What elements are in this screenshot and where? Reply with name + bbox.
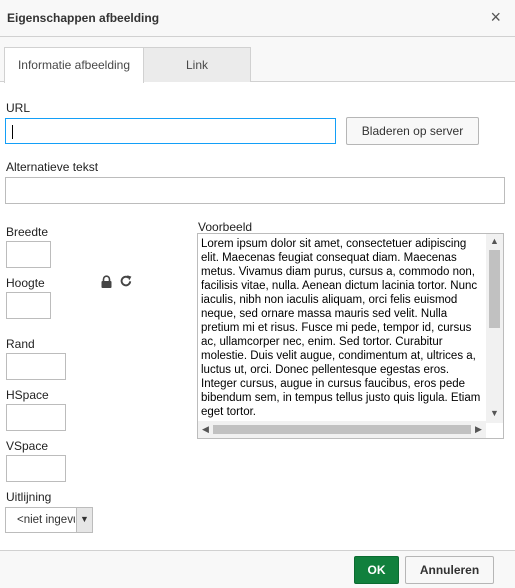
vspace-label: VSpace [6, 439, 49, 453]
alignment-label: Uitlijning [6, 490, 52, 504]
height-input[interactable] [6, 292, 51, 319]
border-label: Rand [6, 337, 35, 351]
alignment-select[interactable]: <niet ingevuld> ▼ [5, 507, 93, 533]
preview-box[interactable]: Lorem ipsum dolor sit amet, consectetuer… [197, 233, 504, 439]
hspace-label: HSpace [6, 388, 49, 402]
preview-vertical-scrollbar[interactable]: ▲ ▼ [486, 234, 503, 423]
ok-button[interactable]: OK [354, 556, 399, 584]
url-label: URL [6, 101, 31, 115]
tab-image-info-label: Informatie afbeelding [17, 58, 131, 72]
scroll-up-icon[interactable]: ▲ [490, 236, 499, 246]
alt-text-input[interactable] [5, 177, 505, 204]
hspace-input[interactable] [6, 404, 66, 431]
tab-strip: Informatie afbeelding Link [0, 37, 515, 83]
scroll-down-icon[interactable]: ▼ [490, 408, 499, 418]
alignment-selected-value: <niet ingevuld> [17, 514, 75, 526]
preview-horizontal-scroll-thumb[interactable] [213, 425, 471, 434]
url-input[interactable] [5, 118, 336, 144]
reset-size-icon[interactable] [119, 274, 133, 288]
lock-icon[interactable] [100, 275, 113, 289]
browse-server-button[interactable]: Bladeren op server [346, 117, 479, 145]
border-input[interactable] [6, 353, 66, 380]
width-label: Breedte [6, 225, 49, 239]
height-label: Hoogte [6, 276, 45, 290]
cancel-button[interactable]: Annuleren [405, 556, 494, 584]
chevron-down-icon[interactable]: ▼ [76, 508, 92, 532]
preview-vertical-scroll-thumb[interactable] [489, 250, 500, 328]
close-icon[interactable]: × [490, 8, 501, 26]
dialog-title: Eigenschappen afbeelding [7, 11, 160, 25]
vspace-input[interactable] [6, 455, 66, 482]
text-caret [12, 125, 13, 139]
alt-text-label: Alternatieve tekst [6, 160, 99, 174]
scroll-left-icon[interactable]: ◀ [202, 424, 209, 435]
preview-label: Voorbeeld [198, 220, 253, 234]
preview-text: Lorem ipsum dolor sit amet, consectetuer… [201, 238, 481, 418]
width-input[interactable] [6, 241, 51, 268]
dialog-titlebar: Eigenschappen afbeelding × [0, 0, 515, 37]
tab-image-info[interactable]: Informatie afbeelding [4, 47, 144, 83]
dialog-footer: OK Annuleren [0, 550, 515, 588]
preview-horizontal-scrollbar[interactable]: ◀ ▶ [198, 421, 486, 438]
tab-link[interactable]: Link [144, 47, 251, 82]
tab-link-label: Link [185, 58, 208, 72]
scroll-right-icon[interactable]: ▶ [475, 424, 482, 435]
